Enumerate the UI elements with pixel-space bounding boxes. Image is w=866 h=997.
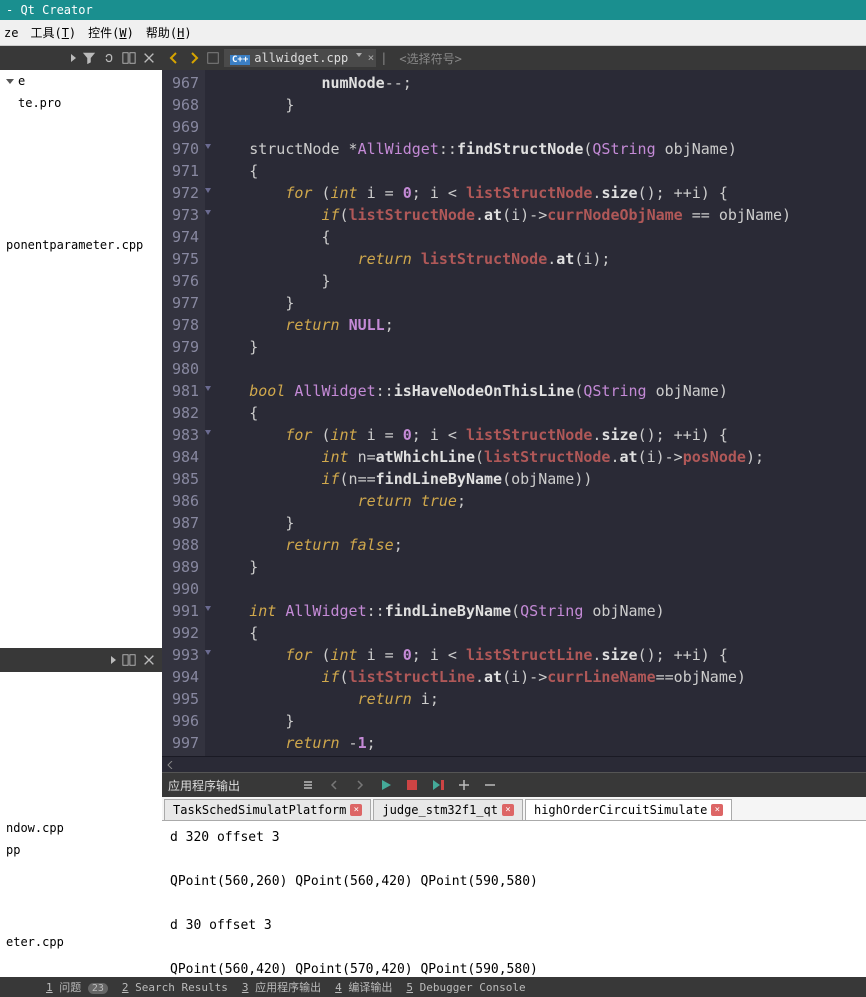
- status-issues[interactable]: 1 问题 23: [46, 979, 108, 995]
- rerun-icon[interactable]: [430, 777, 446, 793]
- output-body[interactable]: d 320 offset 3 QPoint(560,260) QPoint(56…: [162, 821, 866, 977]
- output-header: 应用程序输出: [162, 773, 866, 797]
- symbol-selector[interactable]: <选择符号>: [399, 50, 461, 67]
- minus-icon[interactable]: [482, 777, 498, 793]
- editor-tab[interactable]: C++allwidget.cpp ×: [224, 49, 376, 67]
- close-panel-icon[interactable]: [142, 653, 156, 667]
- tree-row-e[interactable]: e: [0, 70, 162, 92]
- status-search[interactable]: 2 Search Results: [122, 981, 228, 994]
- output-tab[interactable]: judge_stm32f1_qt×: [373, 799, 523, 820]
- close-icon[interactable]: ×: [350, 804, 362, 816]
- open-doc-eter[interactable]: eter.cpp: [0, 931, 162, 953]
- project-tree[interactable]: e te.pro ponentparameter.cpp: [0, 70, 162, 256]
- open-documents[interactable]: ndow.cpp pp eter.cpp: [0, 697, 162, 997]
- titlebar: - Qt Creator: [0, 0, 866, 20]
- project-toolbar: [0, 46, 162, 70]
- statusbar: 1 问题 23 2 Search Results 3 应用程序输出 4 编译输出…: [0, 977, 866, 997]
- tree-row-param[interactable]: ponentparameter.cpp: [0, 234, 162, 256]
- run-icon[interactable]: [378, 777, 394, 793]
- output-tab[interactable]: TaskSchedSimulatPlatform×: [164, 799, 371, 820]
- status-debugger[interactable]: 5 Debugger Console: [406, 981, 525, 994]
- open-docs-toolbar: [0, 648, 162, 672]
- filter-icon[interactable]: [82, 51, 96, 65]
- dropdown-icon[interactable]: [111, 656, 116, 664]
- status-compile[interactable]: 4 编译输出: [335, 979, 392, 995]
- open-doc-pp[interactable]: pp: [0, 839, 162, 861]
- prev-icon[interactable]: [326, 777, 342, 793]
- bookmark-icon[interactable]: [206, 51, 220, 65]
- menu-help[interactable]: 帮助(H): [146, 24, 192, 41]
- sidebar: e te.pro ponentparameter.cpp ndow.cpp pp…: [0, 46, 162, 997]
- editor: C++allwidget.cpp × | <选择符号> 967968969970…: [162, 46, 866, 772]
- link-icon[interactable]: [102, 51, 116, 65]
- split-icon[interactable]: [122, 653, 136, 667]
- dropdown-icon[interactable]: [71, 54, 76, 62]
- output-tabs: TaskSchedSimulatPlatform×judge_stm32f1_q…: [162, 797, 866, 821]
- plus-icon[interactable]: [456, 777, 472, 793]
- stop-icon[interactable]: [404, 777, 420, 793]
- line-gutter: 9679689699709719729739749759769779789799…: [162, 70, 205, 756]
- close-icon[interactable]: ×: [502, 804, 514, 816]
- close-panel-icon[interactable]: [142, 51, 156, 65]
- open-doc-ndow[interactable]: ndow.cpp: [0, 817, 162, 839]
- tab-close-button[interactable]: ×: [368, 51, 375, 64]
- output-title: 应用程序输出: [168, 777, 240, 794]
- editor-toolbar: C++allwidget.cpp × | <选择符号>: [162, 46, 866, 70]
- code-area[interactable]: 9679689699709719729739749759769779789799…: [162, 70, 866, 756]
- settings-icon[interactable]: [300, 777, 316, 793]
- scroll-left-icon[interactable]: [162, 757, 178, 772]
- close-icon[interactable]: ×: [711, 804, 723, 816]
- menu-tools[interactable]: 工具(T): [30, 24, 76, 41]
- cpp-file-icon: C++: [230, 55, 250, 65]
- output-pane: 应用程序输出 TaskSchedSimulatPlatform×judge_st…: [162, 772, 866, 977]
- output-tab[interactable]: highOrderCircuitSimulate×: [525, 799, 732, 820]
- horizontal-scrollbar[interactable]: [162, 756, 866, 772]
- split-icon[interactable]: [122, 51, 136, 65]
- status-appout[interactable]: 3 应用程序输出: [242, 979, 321, 995]
- next-icon[interactable]: [352, 777, 368, 793]
- nav-forward-button[interactable]: [186, 50, 202, 66]
- menu-controls[interactable]: 控件(W): [88, 24, 134, 41]
- tree-row-pro[interactable]: te.pro: [0, 92, 162, 114]
- tab-dropdown-icon[interactable]: [356, 53, 362, 57]
- menubar: ze 工具(T) 控件(W) 帮助(H): [0, 20, 866, 46]
- code-content[interactable]: numNode--; } structNode *AllWidget::find…: [205, 70, 866, 756]
- nav-back-button[interactable]: [166, 50, 182, 66]
- menu-ze[interactable]: ze: [4, 26, 18, 40]
